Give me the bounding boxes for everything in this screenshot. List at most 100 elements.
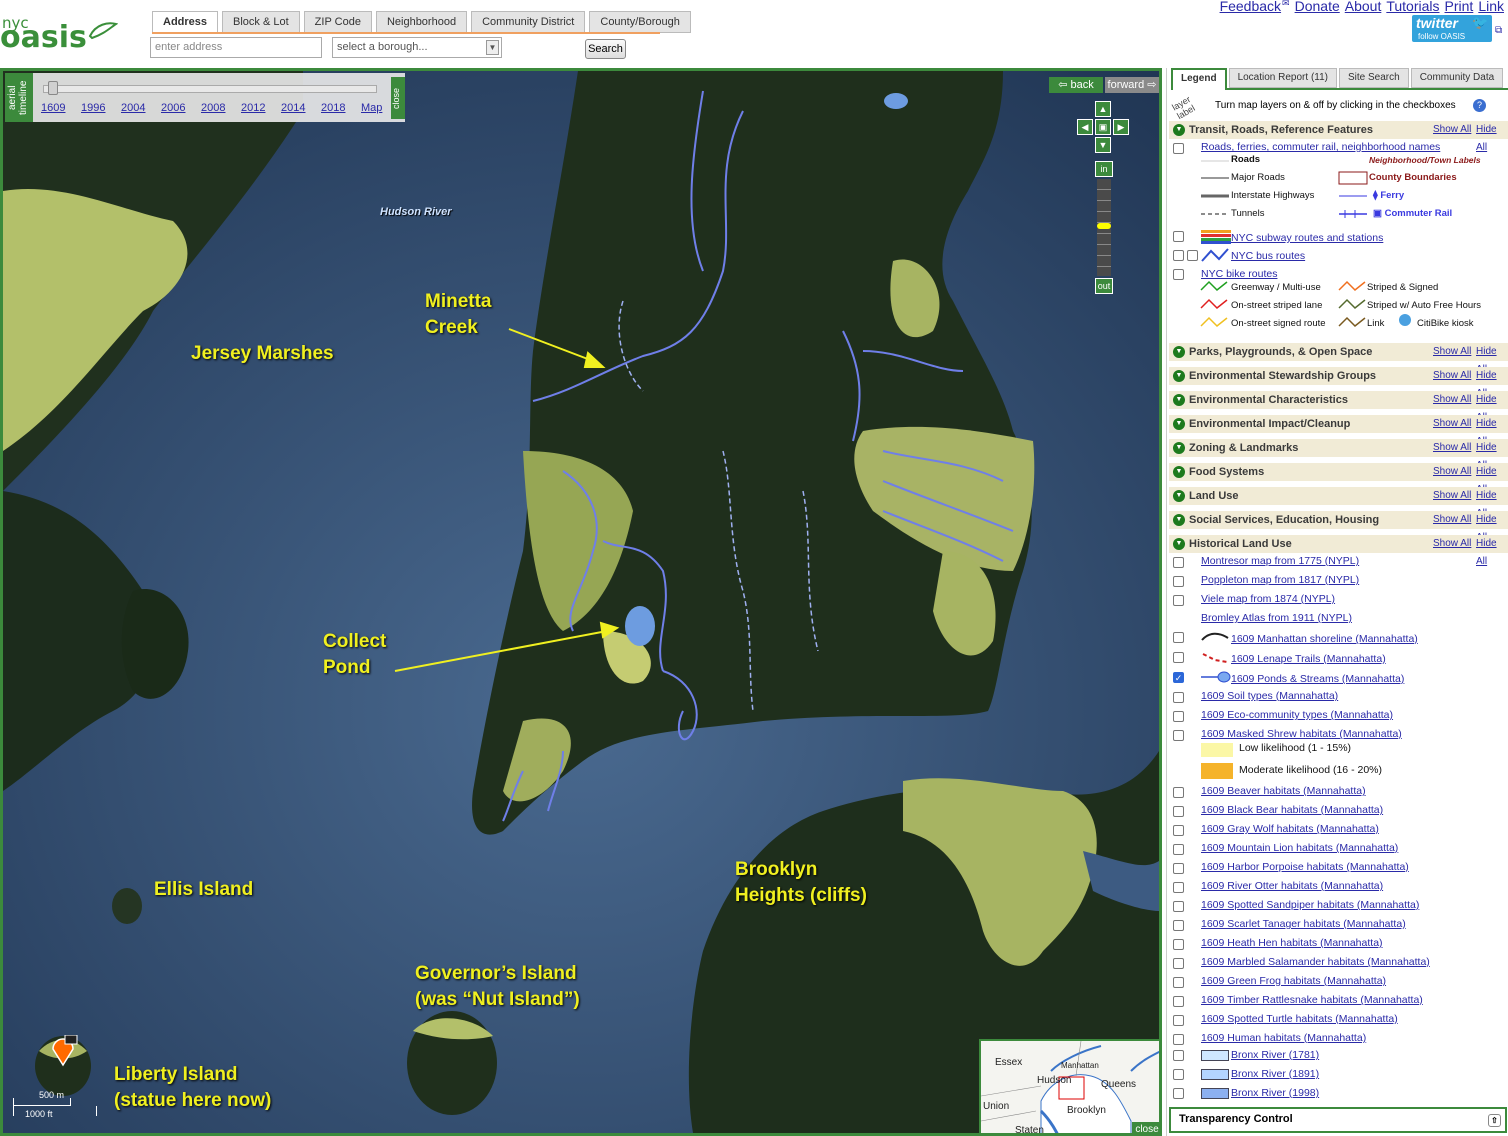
year-1996-link[interactable]: 1996 <box>81 102 121 114</box>
overview-minimap[interactable]: Essex Manhattan Hudson Queens Union Broo… <box>979 1039 1159 1133</box>
bronx-1891-link[interactable]: Bronx River (1891) <box>1231 1068 1319 1080</box>
habitat-checkbox[interactable] <box>1173 920 1184 931</box>
montresor-checkbox[interactable] <box>1173 557 1184 568</box>
habitat-layer-link[interactable]: 1609 Marbled Salamander habitats (Mannah… <box>1201 956 1430 968</box>
donate-link[interactable]: Donate <box>1295 0 1340 14</box>
habitat-checkbox[interactable] <box>1173 996 1184 1007</box>
bronx-1998-link[interactable]: Bronx River (1998) <box>1231 1087 1319 1099</box>
chevron-down-icon[interactable]: ▼ <box>486 40 499 55</box>
tab-community-data[interactable]: Community Data <box>1410 68 1504 88</box>
tab-location-report[interactable]: Location Report (11) <box>1228 68 1337 88</box>
habitat-layer-link[interactable]: 1609 Heath Hen habitats (Mannahatta) <box>1201 937 1383 949</box>
habitat-layer-link[interactable]: 1609 Mountain Lion habitats (Mannahatta) <box>1201 842 1398 854</box>
hide-all-link[interactable]: Hide All <box>1476 121 1508 157</box>
eco-checkbox[interactable] <box>1173 711 1184 722</box>
show-all-link[interactable]: Show All <box>1433 367 1471 385</box>
show-all-link[interactable]: Show All <box>1433 439 1471 457</box>
poppleton-checkbox[interactable] <box>1173 576 1184 587</box>
montresor-link[interactable]: Montresor map from 1775 (NYPL) <box>1201 555 1359 567</box>
expand-toggle-icon[interactable]: ▼ <box>1173 394 1185 406</box>
show-all-link[interactable]: Show All <box>1433 463 1471 481</box>
tab-zip-code[interactable]: ZIP Code <box>303 11 372 33</box>
soil-link[interactable]: 1609 Soil types (Mannahatta) <box>1201 690 1338 702</box>
subway-layer-link[interactable]: NYC subway routes and stations <box>1231 232 1383 244</box>
zoom-out-button[interactable]: out <box>1095 278 1113 294</box>
trails-checkbox[interactable] <box>1173 652 1184 663</box>
bronx-1781-checkbox[interactable] <box>1173 1050 1184 1061</box>
habitat-layer-link[interactable]: 1609 Scarlet Tanager habitats (Mannahatt… <box>1201 918 1406 930</box>
borough-select[interactable]: select a borough... ▼ <box>332 37 502 58</box>
show-all-link[interactable]: Show All <box>1433 415 1471 433</box>
ponds-link[interactable]: 1609 Ponds & Streams (Mannahatta) <box>1231 673 1404 685</box>
bus-checkbox-1[interactable] <box>1173 250 1184 261</box>
year-2004-link[interactable]: 2004 <box>121 102 161 114</box>
subway-checkbox[interactable] <box>1173 231 1184 242</box>
bronx-1891-checkbox[interactable] <box>1173 1069 1184 1080</box>
tab-neighborhood[interactable]: Neighborhood <box>375 11 468 33</box>
ponds-checkbox[interactable]: ✓ <box>1173 672 1184 683</box>
habitat-layer-link[interactable]: 1609 Spotted Sandpiper habitats (Mannaha… <box>1201 899 1419 911</box>
expand-toggle-icon[interactable]: ▼ <box>1173 466 1185 478</box>
map-viewport[interactable]: Hudson River Minetta Creek Jersey Marshe… <box>0 68 1162 1136</box>
year-2014-link[interactable]: 2014 <box>281 102 321 114</box>
print-link[interactable]: Print <box>1445 0 1474 14</box>
section-stewardship[interactable]: ▼ Environmental Stewardship Groups Show Al… <box>1169 367 1508 399</box>
section-zoning[interactable]: ▼Zoning & LandmarksShow AllHide All <box>1169 439 1508 471</box>
pan-left-icon[interactable]: ◀ <box>1077 119 1093 135</box>
habitat-checkbox[interactable] <box>1173 958 1184 969</box>
expand-toggle-icon[interactable]: ▼ <box>1173 346 1185 358</box>
shrew-checkbox[interactable] <box>1173 730 1184 741</box>
year-1609-link[interactable]: 1609 <box>41 102 81 114</box>
timeline-close-button[interactable]: close <box>391 77 405 119</box>
habitat-layer-link[interactable]: 1609 Black Bear habitats (Mannahatta) <box>1201 804 1383 816</box>
section-transit[interactable]: ▼ Transit, Roads, Reference Features Sho… <box>1169 121 1508 153</box>
bronx-1781-link[interactable]: Bronx River (1781) <box>1231 1049 1319 1061</box>
pan-up-icon[interactable]: ▲ <box>1095 101 1111 117</box>
bike-checkbox[interactable] <box>1173 269 1184 280</box>
soil-checkbox[interactable] <box>1173 692 1184 703</box>
habitat-layer-link[interactable]: 1609 Harbor Porpoise habitats (Mannahatt… <box>1201 861 1409 873</box>
hide-all-link[interactable]: Hide All <box>1476 535 1508 571</box>
pan-down-icon[interactable]: ▼ <box>1095 137 1111 153</box>
habitat-checkbox[interactable] <box>1173 977 1184 988</box>
habitat-checkbox[interactable] <box>1173 787 1184 798</box>
back-button[interactable]: ⇦ back <box>1049 77 1103 93</box>
section-historical-land-use[interactable]: ▼ Historical Land Use Show All Hide All <box>1169 535 1508 567</box>
expand-toggle-icon[interactable]: ▼ <box>1173 370 1185 382</box>
habitat-checkbox[interactable] <box>1173 939 1184 950</box>
feedback-link[interactable]: Feedback <box>1220 0 1281 14</box>
roads-layer-link[interactable]: Roads, ferries, commuter rail, neighborh… <box>1201 141 1440 153</box>
show-all-link[interactable]: Show All <box>1433 391 1471 409</box>
year-2012-link[interactable]: 2012 <box>241 102 281 114</box>
section-env-characteristics[interactable]: ▼ Environmental Characteristics Show All Hi… <box>1169 391 1508 423</box>
search-button[interactable]: Search <box>585 39 626 59</box>
habitat-checkbox[interactable] <box>1173 806 1184 817</box>
timeline-slider-track[interactable] <box>43 85 377 93</box>
roads-checkbox[interactable] <box>1173 143 1184 154</box>
habitat-checkbox[interactable] <box>1173 882 1184 893</box>
pan-center-icon[interactable]: ▣ <box>1095 119 1111 135</box>
nyc-oasis-logo[interactable]: nyc oasis <box>0 8 140 58</box>
viele-link[interactable]: Viele map from 1874 (NYPL) <box>1201 593 1335 605</box>
bronx-1998-checkbox[interactable] <box>1173 1088 1184 1099</box>
year-2006-link[interactable]: 2006 <box>161 102 201 114</box>
forward-button[interactable]: forward ⇨ <box>1105 77 1159 93</box>
year-2018-link[interactable]: 2018 <box>321 102 361 114</box>
bus-checkbox-2[interactable] <box>1187 250 1198 261</box>
habitat-checkbox[interactable] <box>1173 1015 1184 1026</box>
habitat-checkbox[interactable] <box>1173 901 1184 912</box>
location-marker-icon[interactable] <box>47 1035 79 1067</box>
habitat-layer-link[interactable]: 1609 River Otter habitats (Mannahatta) <box>1201 880 1383 892</box>
habitat-layer-link[interactable]: 1609 Human habitats (Mannahatta) <box>1201 1032 1366 1044</box>
bromley-link[interactable]: Bromley Atlas from 1911 (NYPL) <box>1201 612 1352 624</box>
help-icon[interactable]: ? <box>1473 99 1486 112</box>
tab-site-search[interactable]: Site Search <box>1338 68 1409 88</box>
section-parks[interactable]: ▼ Parks, Playgrounds, & Open Space Show Al… <box>1169 343 1508 375</box>
expand-toggle-icon[interactable]: ▼ <box>1173 490 1185 502</box>
habitat-checkbox[interactable] <box>1173 844 1184 855</box>
timeline-slider-handle[interactable] <box>48 81 58 95</box>
show-all-link[interactable]: Show All <box>1433 511 1471 529</box>
show-all-link[interactable]: Show All <box>1433 487 1471 505</box>
zoom-slider-handle[interactable] <box>1097 223 1111 229</box>
habitat-checkbox[interactable] <box>1173 1034 1184 1045</box>
